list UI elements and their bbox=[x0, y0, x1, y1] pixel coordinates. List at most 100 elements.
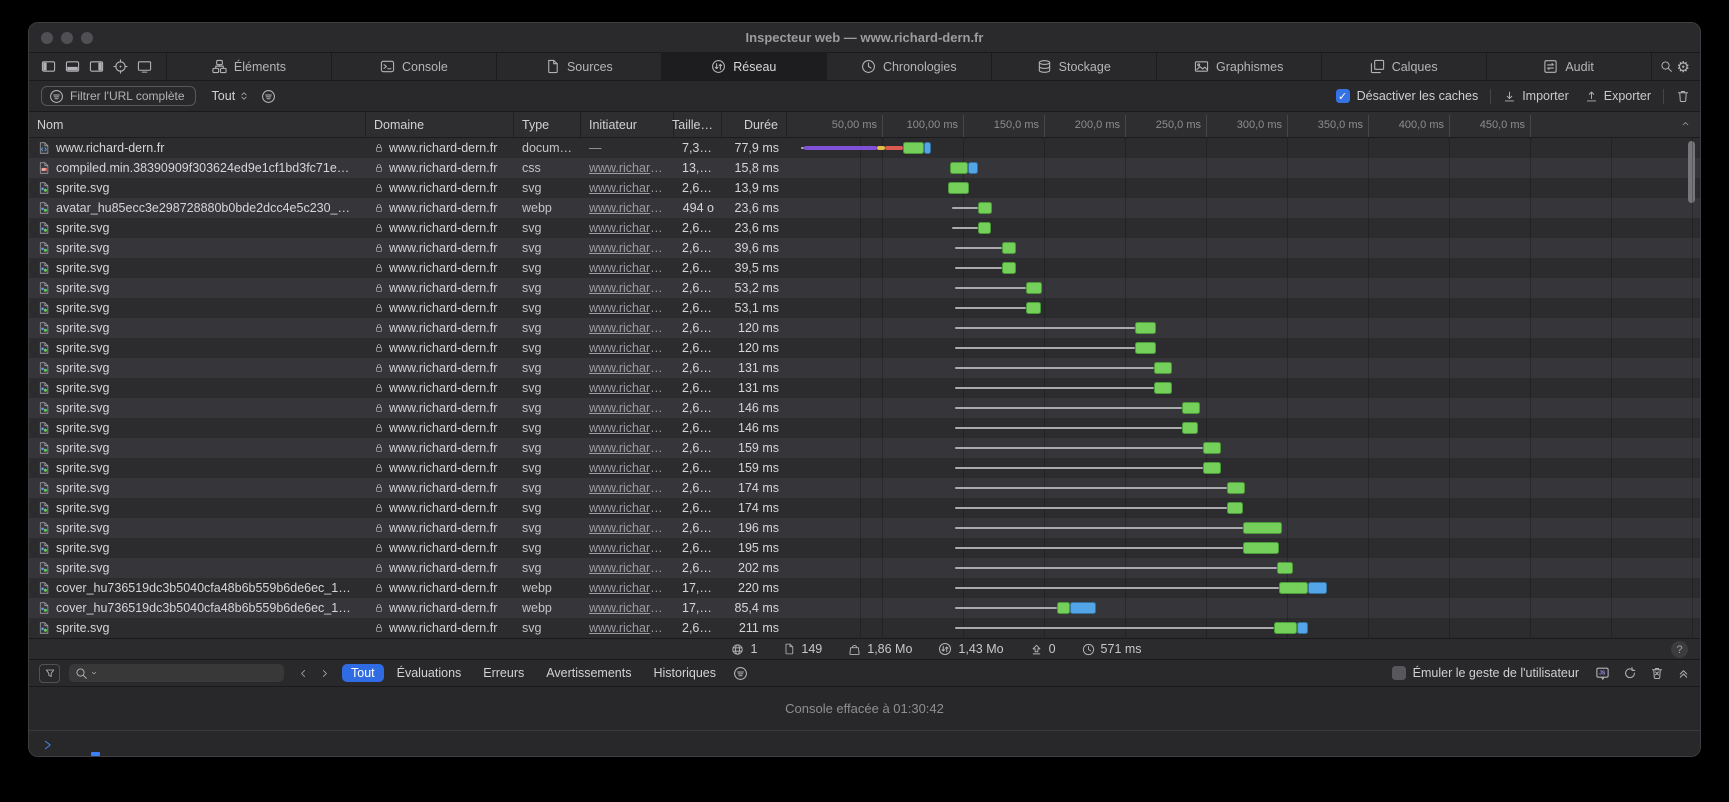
column-header-size[interactable]: Taille… bbox=[674, 112, 722, 137]
column-header-type[interactable]: Type bbox=[514, 112, 581, 137]
column-header-duration[interactable]: Durée bbox=[722, 112, 787, 137]
request-row[interactable]: sprite.svgwww.richard-dern.frsvgwww.rich… bbox=[29, 538, 1700, 558]
initiator-link[interactable]: www.richard-d… bbox=[589, 621, 674, 635]
console-evaluate-context-icon[interactable]: JS bbox=[1595, 666, 1610, 681]
tab-sources[interactable]: Sources bbox=[497, 53, 662, 80]
next-result-icon[interactable] bbox=[319, 668, 330, 679]
initiator-link[interactable]: www.richard-d… bbox=[589, 441, 674, 455]
initiator-link[interactable]: www.richard-d… bbox=[589, 341, 674, 355]
request-row[interactable]: sprite.svgwww.richard-dern.frsvgwww.rich… bbox=[29, 278, 1700, 298]
dock-right-icon[interactable] bbox=[89, 59, 104, 74]
initiator-link[interactable]: www.richard-d… bbox=[589, 361, 674, 375]
request-row[interactable]: sprite.svgwww.richard-dern.frsvgwww.rich… bbox=[29, 558, 1700, 578]
column-header-name[interactable]: Nom bbox=[29, 112, 366, 137]
collapse-timeline-icon[interactable] bbox=[1680, 118, 1691, 129]
search-icon[interactable] bbox=[1660, 60, 1673, 73]
resource-type-select[interactable]: Tout bbox=[212, 89, 250, 103]
console-prompt[interactable] bbox=[29, 730, 1700, 756]
status-globe: 1 bbox=[731, 642, 757, 656]
initiator-link[interactable]: www.richard-d… bbox=[589, 401, 674, 415]
initiator-link[interactable]: www.richard-d… bbox=[589, 501, 674, 515]
clear-console-icon[interactable] bbox=[1650, 666, 1664, 680]
dock-left-icon[interactable] bbox=[41, 59, 56, 74]
request-row[interactable]: sprite.svgwww.richard-dern.frsvgwww.rich… bbox=[29, 238, 1700, 258]
request-row[interactable]: sprite.svgwww.richard-dern.frsvgwww.rich… bbox=[29, 318, 1700, 338]
console-filter-erreurs[interactable]: Erreurs bbox=[474, 664, 533, 682]
console-filter-button[interactable] bbox=[39, 664, 60, 683]
expand-console-icon[interactable] bbox=[1677, 667, 1690, 680]
request-row[interactable]: sprite.svgwww.richard-dern.frsvgwww.rich… bbox=[29, 298, 1700, 318]
emulate-user-gesture-checkbox[interactable] bbox=[1392, 666, 1406, 680]
request-row[interactable]: cover_hu736519dc3b5040cfa48b6b559b6de6ec… bbox=[29, 578, 1700, 598]
ruler-tick-mark bbox=[1287, 115, 1288, 137]
request-row[interactable]: sprite.svgwww.richard-dern.frsvgwww.rich… bbox=[29, 398, 1700, 418]
initiator-link[interactable]: www.richard-d… bbox=[589, 301, 674, 315]
device-icon[interactable] bbox=[137, 59, 152, 74]
tab-audit[interactable]: Audit bbox=[1487, 53, 1652, 80]
request-row[interactable]: sprite.svgwww.richard-dern.frsvgwww.rich… bbox=[29, 498, 1700, 518]
initiator-link[interactable]: www.richard-d… bbox=[589, 181, 674, 195]
request-row[interactable]: cover_hu736519dc3b5040cfa48b6b559b6de6ec… bbox=[29, 598, 1700, 618]
request-row[interactable]: sprite.svgwww.richard-dern.frsvgwww.rich… bbox=[29, 418, 1700, 438]
request-row[interactable]: sprite.svgwww.richard-dern.frsvgwww.rich… bbox=[29, 458, 1700, 478]
initiator-link[interactable]: www.richard-d… bbox=[589, 321, 674, 335]
tab-console[interactable]: Console bbox=[332, 53, 497, 80]
initiator-link[interactable]: www.richard-d… bbox=[589, 461, 674, 475]
initiator-link[interactable]: www.richard-d… bbox=[589, 541, 674, 555]
initiator-link[interactable]: www.richard-d… bbox=[589, 161, 674, 175]
gear-icon[interactable]: ⚙ bbox=[1677, 58, 1690, 76]
column-header-initiator[interactable]: Initiateur bbox=[581, 112, 674, 137]
tab-reseau[interactable]: Réseau bbox=[662, 53, 827, 80]
request-row[interactable]: sprite.svgwww.richard-dern.frsvgwww.rich… bbox=[29, 618, 1700, 638]
initiator-link[interactable]: www.richard-d… bbox=[589, 561, 674, 575]
request-row[interactable]: compiled.min.38390909f303624ed9e1cf1bd3f… bbox=[29, 158, 1700, 178]
console-search-input[interactable] bbox=[69, 664, 284, 682]
request-row[interactable]: sprite.svgwww.richard-dern.frsvgwww.rich… bbox=[29, 478, 1700, 498]
initiator-link[interactable]: www.richard-d… bbox=[589, 581, 674, 595]
request-row[interactable]: www.richard-dern.frwww.richard-dern.frdo… bbox=[29, 138, 1700, 158]
request-row[interactable]: sprite.svgwww.richard-dern.frsvgwww.rich… bbox=[29, 218, 1700, 238]
request-row[interactable]: sprite.svgwww.richard-dern.frsvgwww.rich… bbox=[29, 438, 1700, 458]
initiator-link[interactable]: www.richard-d… bbox=[589, 481, 674, 495]
clear-network-icon[interactable] bbox=[1676, 89, 1690, 103]
initiator-link[interactable]: www.richard-d… bbox=[589, 241, 674, 255]
request-row[interactable]: sprite.svgwww.richard-dern.frsvgwww.rich… bbox=[29, 358, 1700, 378]
console-options-icon[interactable] bbox=[733, 666, 748, 681]
initiator-link[interactable]: www.richard-d… bbox=[589, 201, 674, 215]
initiator-link[interactable]: www.richard-d… bbox=[589, 221, 674, 235]
request-row[interactable]: sprite.svgwww.richard-dern.frsvgwww.rich… bbox=[29, 378, 1700, 398]
tab-graphismes[interactable]: Graphismes bbox=[1157, 53, 1322, 80]
disable-caches-control[interactable]: ✓ Désactiver les caches bbox=[1336, 89, 1479, 103]
initiator-link[interactable]: www.richard-d… bbox=[589, 421, 674, 435]
url-filter-input[interactable]: Filtrer l'URL complète bbox=[41, 86, 196, 106]
console-filter-avertissements[interactable]: Avertissements bbox=[537, 664, 640, 682]
column-header-domain[interactable]: Domaine bbox=[366, 112, 514, 137]
network-options-icon[interactable] bbox=[261, 89, 276, 104]
tab-calques[interactable]: Calques bbox=[1322, 53, 1487, 80]
console-filter-tout[interactable]: Tout bbox=[342, 664, 384, 682]
previous-result-icon[interactable] bbox=[298, 668, 309, 679]
initiator-link[interactable]: www.richard-d… bbox=[589, 281, 674, 295]
initiator-link[interactable]: www.richard-d… bbox=[589, 381, 674, 395]
request-row[interactable]: sprite.svgwww.richard-dern.frsvgwww.rich… bbox=[29, 178, 1700, 198]
dock-bottom-icon[interactable] bbox=[65, 59, 80, 74]
tab-stockage[interactable]: Stockage bbox=[992, 53, 1157, 80]
export-button[interactable]: Exporter bbox=[1585, 89, 1651, 103]
initiator-link[interactable]: www.richard-d… bbox=[589, 521, 674, 535]
console-filter-evaluations[interactable]: Évaluations bbox=[388, 664, 471, 682]
element-picker-icon[interactable] bbox=[113, 59, 128, 74]
request-row[interactable]: sprite.svgwww.richard-dern.frsvgwww.rich… bbox=[29, 518, 1700, 538]
request-row[interactable]: sprite.svgwww.richard-dern.frsvgwww.rich… bbox=[29, 258, 1700, 278]
help-button[interactable]: ? bbox=[1671, 641, 1688, 658]
console-filter-historiques[interactable]: Historiques bbox=[644, 664, 725, 682]
initiator-link[interactable]: www.richard-d… bbox=[589, 261, 674, 275]
request-row[interactable]: avatar_hu85ecc3e298728880b0bde2dcc4e5c23… bbox=[29, 198, 1700, 218]
import-button[interactable]: Importer bbox=[1503, 89, 1569, 103]
request-row[interactable]: sprite.svgwww.richard-dern.frsvgwww.rich… bbox=[29, 338, 1700, 358]
tab-elements[interactable]: Éléments bbox=[167, 53, 332, 80]
disable-caches-checkbox[interactable]: ✓ bbox=[1336, 89, 1350, 103]
reload-icon[interactable] bbox=[1623, 666, 1637, 680]
initiator-link[interactable]: www.richard-d… bbox=[589, 601, 674, 615]
emulate-user-gesture-control[interactable]: Émuler le geste de l'utilisateur bbox=[1392, 666, 1579, 680]
tab-chronologies[interactable]: Chronologies bbox=[827, 53, 992, 80]
